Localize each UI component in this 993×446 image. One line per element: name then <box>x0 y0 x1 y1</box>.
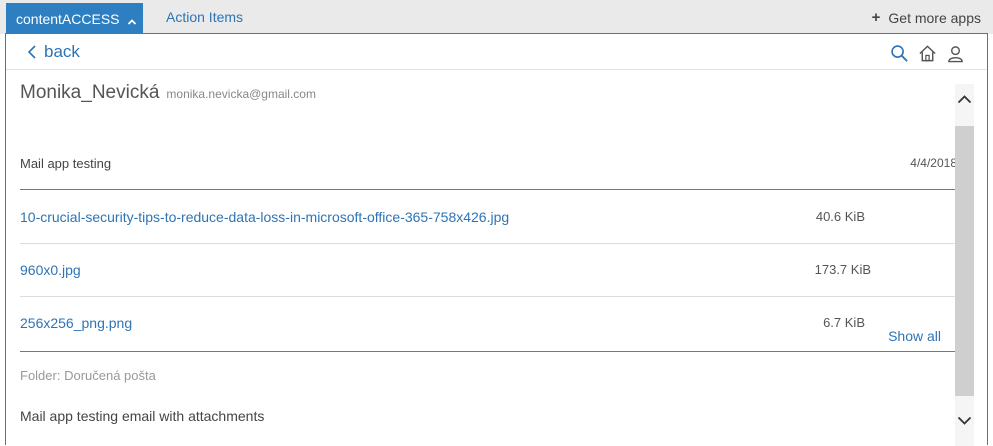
nav-icon-group <box>890 44 965 63</box>
scrollbar[interactable] <box>955 84 974 446</box>
message-detail: Monika_Nevická monika.nevicka@gmail.com … <box>20 70 957 446</box>
scroll-thumb[interactable] <box>955 126 974 396</box>
chevron-up-icon <box>127 14 137 25</box>
attachment-name[interactable]: 960x0.jpg <box>20 262 81 278</box>
tab-contentaccess-label: contentACCESS <box>16 10 120 27</box>
message-preview: Mail app testing email with attachments <box>20 408 265 424</box>
attachment-size: 40.6 KiB <box>815 209 865 224</box>
show-all-link[interactable]: Show all <box>888 328 941 344</box>
attachment-row[interactable]: 960x0.jpg 173.7 KiB <box>20 244 955 297</box>
home-icon[interactable] <box>918 44 937 63</box>
back-label: back <box>44 42 80 61</box>
attachment-size: 6.7 KiB <box>823 315 865 330</box>
message-subject: Mail app testing <box>20 156 112 171</box>
attachment-row[interactable]: 256x256_png.png 6.7 KiB <box>20 297 955 350</box>
sender-line: Monika_Nevická monika.nevicka@gmail.com <box>20 82 316 104</box>
sender-email: monika.nevicka@gmail.com <box>166 87 316 101</box>
divider <box>20 351 955 352</box>
attachment-row[interactable]: 10-crucial-security-tips-to-reduce-data-… <box>20 191 955 244</box>
nav-bar: back <box>6 34 987 70</box>
message-date: 4/4/2018 <box>910 156 957 170</box>
plus-icon: + <box>871 9 881 26</box>
search-icon[interactable] <box>890 44 909 63</box>
attachment-size: 173.7 KiB <box>814 262 871 277</box>
sender-name: Monika_Nevická <box>20 82 160 103</box>
attachment-name[interactable]: 10-crucial-security-tips-to-reduce-data-… <box>20 209 509 225</box>
tab-action-items[interactable]: Action Items <box>166 9 243 25</box>
user-icon[interactable] <box>946 44 965 63</box>
get-more-apps-button[interactable]: + Get more apps <box>872 9 981 26</box>
app-pane: back Monika_Nevická monika.nevicka@gmail… <box>5 33 988 446</box>
get-more-apps-label: Get more apps <box>888 9 981 26</box>
folder-label: Folder: Doručená pošta <box>20 368 156 383</box>
attachment-name[interactable]: 256x256_png.png <box>20 315 132 331</box>
scroll-up-icon[interactable] <box>955 90 974 109</box>
scroll-down-icon[interactable] <box>955 411 974 430</box>
tab-contentaccess[interactable]: contentACCESS <box>6 3 143 34</box>
divider <box>20 189 955 190</box>
back-button[interactable]: back <box>26 42 80 62</box>
app-tab-bar: contentACCESS Action Items + Get more ap… <box>0 0 993 34</box>
chevron-left-icon <box>27 45 36 59</box>
